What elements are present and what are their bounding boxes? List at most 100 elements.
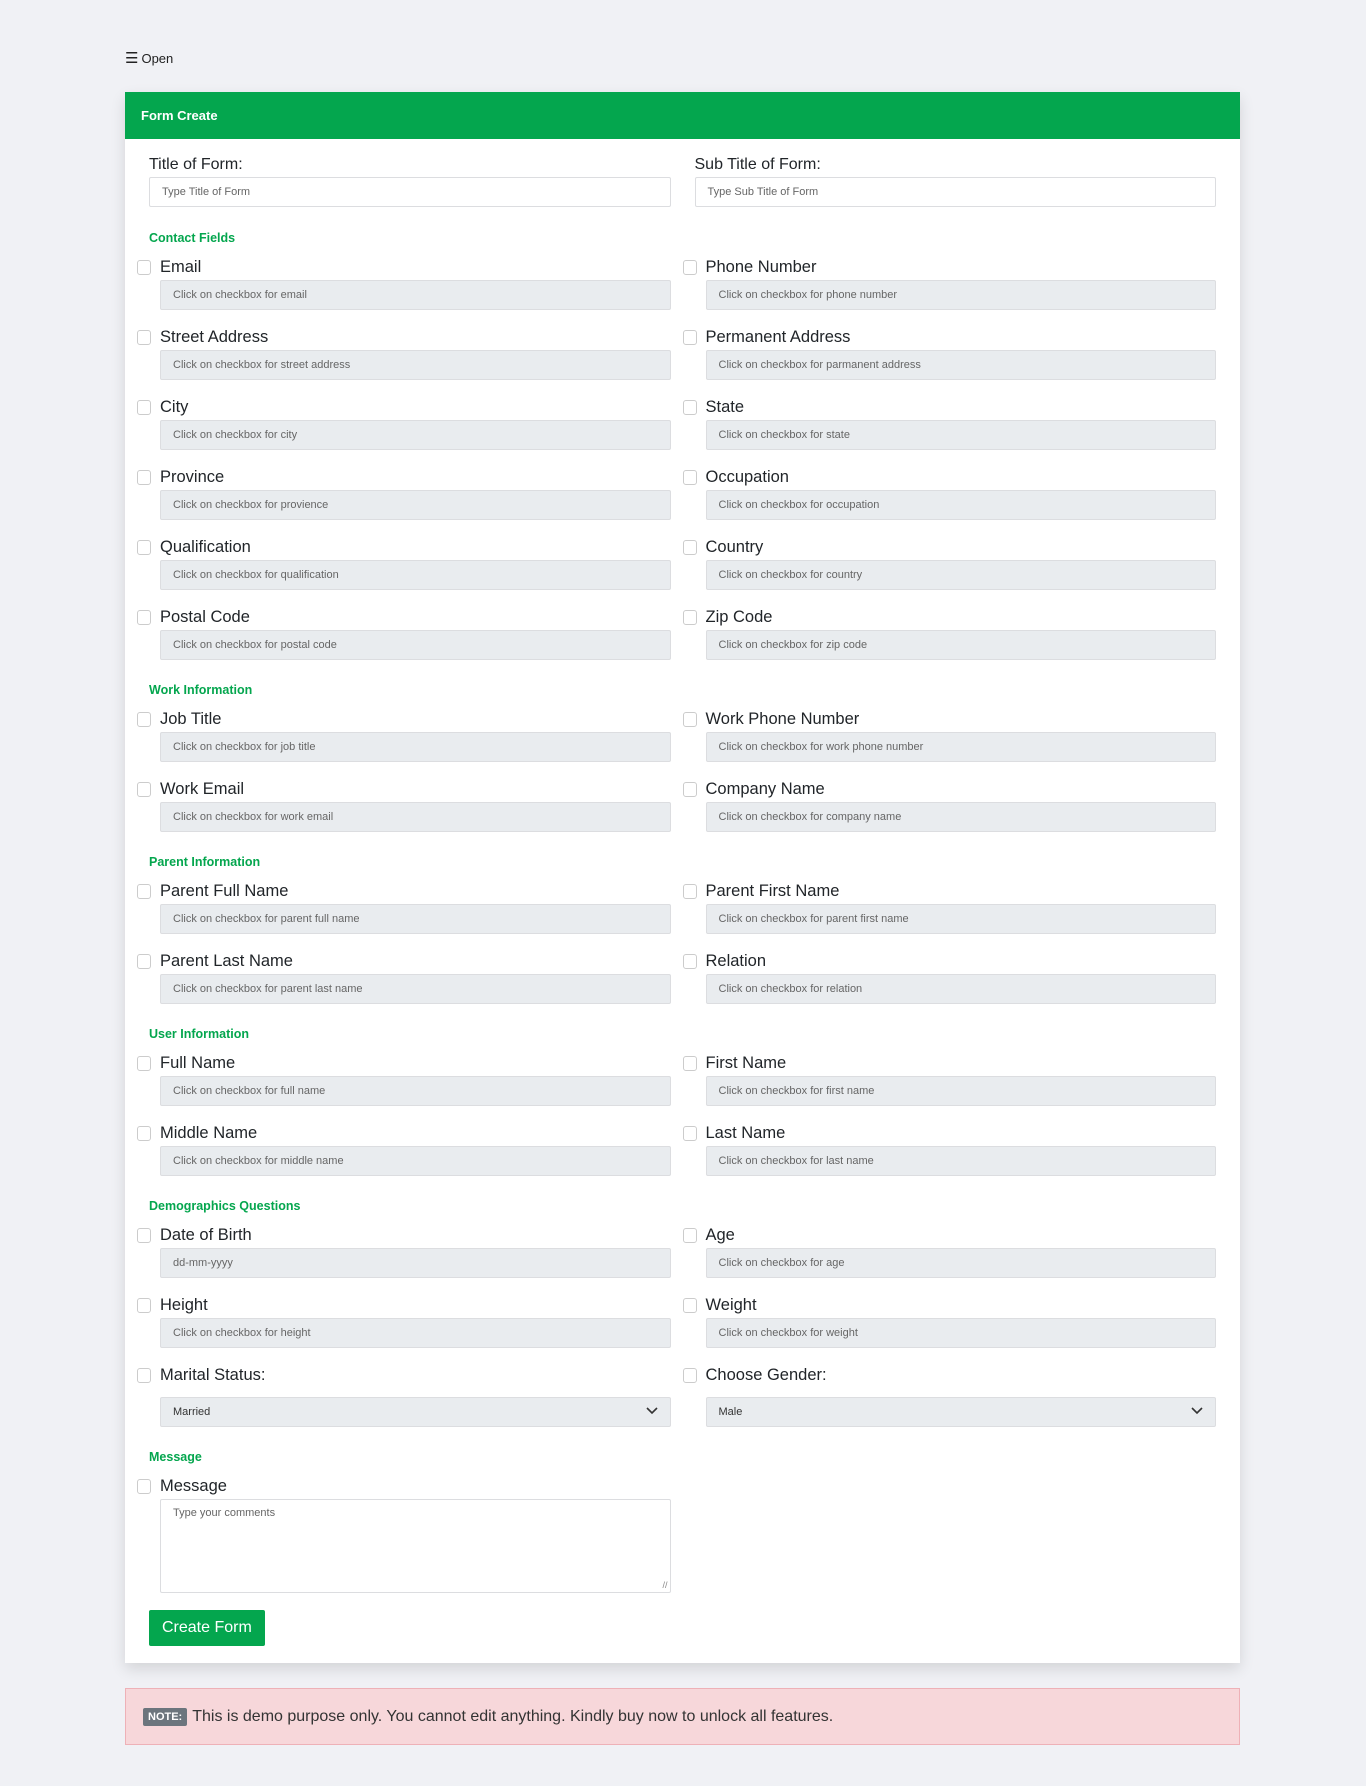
qualification-checkbox[interactable] (137, 539, 151, 555)
work-phone-number-input[interactable]: Click on checkbox for work phone number (705, 732, 1216, 762)
street-address-checkbox[interactable] (137, 329, 151, 345)
occupation-checkbox[interactable] (682, 469, 697, 485)
work-email-checkbox[interactable] (137, 781, 151, 797)
parent-last-name-checkbox[interactable] (137, 953, 151, 969)
weight-input[interactable]: Click on checkbox for weight (705, 1318, 1216, 1348)
field-state: State Click on checkbox for state (682, 397, 1216, 450)
date-of-birth-input[interactable]: dd-mm-yyyy (160, 1248, 671, 1278)
field-date-of-birth: Date of Birth dd-mm-yyyy (137, 1225, 671, 1278)
city-label: City (160, 397, 189, 416)
street-address-label: Street Address (160, 327, 269, 346)
permanent-address-label: Permanent Address (705, 327, 851, 346)
full-name-checkbox[interactable] (137, 1055, 151, 1071)
zip-code-input[interactable]: Click on checkbox for zip code (705, 630, 1216, 660)
field-company-name: Company Name Click on checkbox for compan… (682, 779, 1216, 832)
height-label: Height (160, 1295, 208, 1314)
card-title: Form Create (125, 92, 1240, 139)
field-grid: Parent Full Name Click on checkbox for pa… (137, 881, 1216, 1021)
message-label: Message (160, 1476, 227, 1495)
province-input[interactable]: Click on checkbox for provience (160, 490, 671, 520)
date-of-birth-checkbox[interactable] (137, 1227, 151, 1243)
province-label: Province (160, 467, 225, 486)
postal-code-checkbox[interactable] (137, 609, 151, 625)
field-zip-code: Zip Code Click on checkbox for zip code (682, 607, 1216, 660)
height-input[interactable]: Click on checkbox for height (160, 1318, 671, 1348)
parent-first-name-checkbox[interactable] (682, 883, 697, 899)
relation-label: Relation (705, 951, 767, 970)
choose-gender-checkbox[interactable] (682, 1367, 697, 1383)
field-parent-last-name: Parent Last Name Click on checkbox for pa… (137, 951, 671, 1004)
sub-title-of-form-label: Sub Title of Form: (694, 156, 821, 173)
phone-number-input[interactable]: Click on checkbox for phone number (705, 280, 1216, 310)
title-of-form-input[interactable]: Type Title of Form (149, 177, 671, 207)
middle-name-checkbox[interactable] (137, 1125, 151, 1141)
country-checkbox[interactable] (682, 539, 697, 555)
age-checkbox[interactable] (682, 1227, 697, 1243)
state-input[interactable]: Click on checkbox for state (705, 420, 1216, 450)
choose-gender-label: Choose Gender: (705, 1365, 827, 1384)
parent-last-name-input[interactable]: Click on checkbox for parent last name (160, 974, 671, 1004)
company-name-checkbox[interactable] (682, 781, 697, 797)
relation-checkbox[interactable] (682, 953, 697, 969)
work-phone-number-checkbox[interactable] (682, 711, 697, 727)
city-input[interactable]: Click on checkbox for city (160, 420, 671, 450)
city-checkbox[interactable] (137, 399, 151, 415)
email-input[interactable]: Click on checkbox for email (160, 280, 671, 310)
weight-checkbox[interactable] (682, 1297, 697, 1313)
field-street-address: Street Address Click on checkbox for stre… (137, 327, 671, 380)
field-province: Province Click on checkbox for provience (137, 467, 671, 520)
field-first-name: First Name Click on checkbox for first na… (682, 1053, 1216, 1106)
phone-number-checkbox[interactable] (682, 259, 697, 275)
job-title-input[interactable]: Click on checkbox for job title (160, 732, 671, 762)
section-heading-message: Message (149, 1450, 202, 1464)
permanent-address-checkbox[interactable] (682, 329, 697, 345)
country-label: Country (705, 537, 764, 556)
field-occupation: Occupation Click on checkbox for occupati… (682, 467, 1216, 520)
last-name-checkbox[interactable] (682, 1125, 697, 1141)
zip-code-label: Zip Code (705, 607, 773, 626)
first-name-checkbox[interactable] (682, 1055, 697, 1071)
state-checkbox[interactable] (682, 399, 697, 415)
field-weight: Weight Click on checkbox for weight (682, 1295, 1216, 1348)
relation-input[interactable]: Click on checkbox for relation (705, 974, 1216, 1004)
message-placeholder: Type your comments (173, 1507, 276, 1519)
open-menu-button[interactable]: ☰ Open (125, 49, 173, 67)
first-name-input[interactable]: Click on checkbox for first name (705, 1076, 1216, 1106)
age-input[interactable]: Click on checkbox for age (705, 1248, 1216, 1278)
demo-note-alert: NOTE: This is demo purpose only. You can… (125, 1688, 1240, 1745)
marital-status-select[interactable]: Married (160, 1397, 671, 1427)
job-title-label: Job Title (160, 709, 222, 728)
last-name-input[interactable]: Click on checkbox for last name (705, 1146, 1216, 1176)
permanent-address-input[interactable]: Click on checkbox for parmanent address (705, 350, 1216, 380)
job-title-checkbox[interactable] (137, 711, 151, 727)
first-name-label: First Name (705, 1053, 787, 1072)
full-name-input[interactable]: Click on checkbox for full name (160, 1076, 671, 1106)
field-country: Country Click on checkbox for country (682, 537, 1216, 590)
country-input[interactable]: Click on checkbox for country (705, 560, 1216, 590)
message-checkbox[interactable] (137, 1478, 151, 1494)
parent-first-name-input[interactable]: Click on checkbox for parent first name (705, 904, 1216, 934)
field-work-phone-number: Work Phone Number Click on checkbox for w… (682, 709, 1216, 762)
company-name-input[interactable]: Click on checkbox for company name (705, 802, 1216, 832)
age-label: Age (705, 1225, 735, 1244)
marital-status-checkbox[interactable] (137, 1367, 151, 1383)
height-checkbox[interactable] (137, 1297, 151, 1313)
sub-title-of-form-input[interactable]: Type Sub Title of Form (694, 177, 1216, 207)
work-email-input[interactable]: Click on checkbox for work email (160, 802, 671, 832)
create-form-button[interactable]: Create Form (149, 1610, 265, 1646)
middle-name-input[interactable]: Click on checkbox for middle name (160, 1146, 671, 1176)
email-checkbox[interactable] (137, 259, 151, 275)
province-checkbox[interactable] (137, 469, 151, 485)
resize-handle-icon[interactable]: // (662, 1578, 667, 1592)
zip-code-checkbox[interactable] (682, 609, 697, 625)
choose-gender-select[interactable]: Male (705, 1397, 1216, 1427)
postal-code-input[interactable]: Click on checkbox for postal code (160, 630, 671, 660)
parent-last-name-label: Parent Last Name (160, 951, 293, 970)
occupation-input[interactable]: Click on checkbox for occupation (705, 490, 1216, 520)
street-address-input[interactable]: Click on checkbox for street address (160, 350, 671, 380)
parent-full-name-input[interactable]: Click on checkbox for parent full name (160, 904, 671, 934)
parent-full-name-checkbox[interactable] (137, 883, 151, 899)
field-phone-number: Phone Number Click on checkbox for phone … (682, 257, 1216, 310)
qualification-input[interactable]: Click on checkbox for qualification (160, 560, 671, 590)
message-textarea[interactable]: Type your comments // (160, 1499, 671, 1593)
